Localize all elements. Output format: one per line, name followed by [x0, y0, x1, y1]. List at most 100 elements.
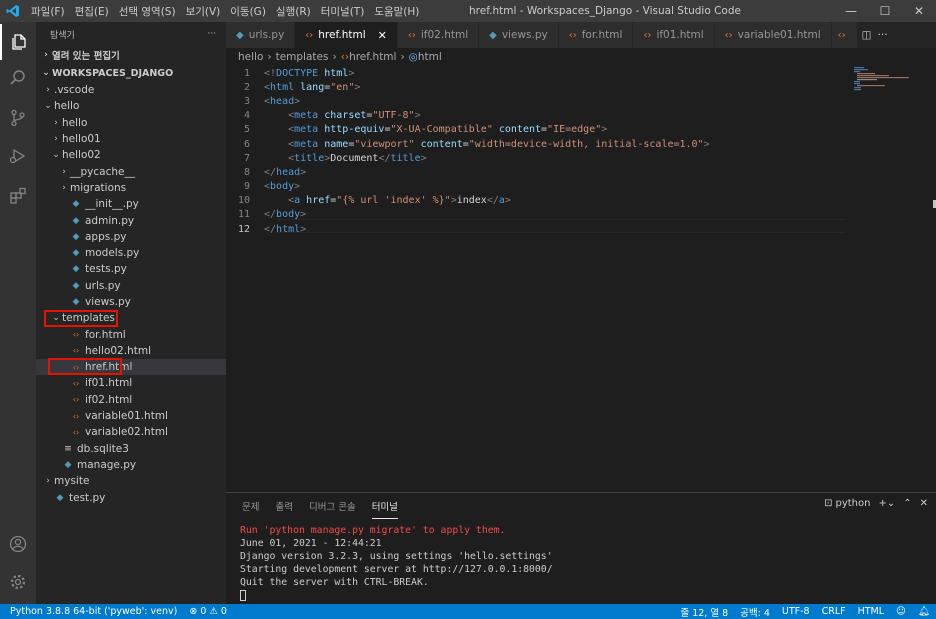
- settings-gear-icon[interactable]: [0, 564, 36, 600]
- chevron-down-icon: ⌄: [52, 150, 60, 161]
- tree-file[interactable]: ◆ admin.py: [36, 212, 226, 228]
- menu-item-2[interactable]: 선택 영역(S): [114, 4, 181, 19]
- python-interpreter[interactable]: Python 3.8.8 64-bit ('pyweb': venv): [10, 606, 177, 617]
- breadcrumb-item[interactable]: href.html: [349, 51, 396, 63]
- notifications-bell-icon[interactable]: 🔔︎: [918, 606, 930, 617]
- terminal-line: Django version 3.2.3, using settings 'he…: [240, 551, 553, 562]
- window-controls: — ☐ ✕: [834, 0, 936, 22]
- breadcrumb-separator-icon: ›: [332, 51, 337, 63]
- terminal-name[interactable]: python: [835, 498, 870, 509]
- menu-item-3[interactable]: 보기(V): [181, 4, 226, 19]
- tree-file[interactable]: ‹› variable01.html: [36, 408, 226, 424]
- code-token: >: [420, 152, 427, 164]
- account-icon[interactable]: [0, 526, 36, 562]
- tree-file[interactable]: ◆ manage.py: [36, 457, 226, 473]
- menu-item-0[interactable]: 파일(F): [26, 4, 70, 19]
- code-line: 5 <meta http-equiv="X-UA-Compatible" con…: [226, 123, 846, 137]
- editor-tab[interactable]: ◆ views.py: [479, 22, 559, 48]
- more-actions-icon[interactable]: ···: [878, 29, 888, 41]
- tree-file[interactable]: ◆ models.py: [36, 245, 226, 261]
- close-window-icon[interactable]: ✕: [902, 0, 936, 22]
- code-token: html: [318, 67, 349, 79]
- source-control-icon[interactable]: [0, 100, 36, 136]
- code-token: "X-UA-Compatible": [390, 124, 493, 136]
- tree-file[interactable]: ‹› if02.html: [36, 392, 226, 408]
- tree-file[interactable]: ◆ views.py: [36, 294, 226, 310]
- maximize-icon[interactable]: ☐: [868, 0, 902, 22]
- close-tab-icon[interactable]: ✕: [378, 29, 387, 42]
- new-terminal-icon[interactable]: +⌄: [878, 498, 895, 509]
- editor-tab[interactable]: ‹› variable01.html: [714, 22, 832, 48]
- tree-folder[interactable]: › migrations: [36, 180, 226, 196]
- code-token: index: [456, 195, 487, 207]
- workspace-section[interactable]: ⌄ WORKSPACES_DJANGO: [36, 64, 226, 82]
- code-token: html: [276, 223, 301, 235]
- feedback-icon[interactable]: ☺: [896, 606, 906, 617]
- more-actions-icon[interactable]: ···: [207, 29, 216, 39]
- cursor-position[interactable]: 줄 12, 열 8: [680, 605, 728, 619]
- menu-item-1[interactable]: 편집(E): [70, 4, 114, 19]
- editor-tab[interactable]: ‹› for.html: [558, 22, 634, 48]
- menu-item-4[interactable]: 이동(G): [225, 4, 271, 19]
- language-mode[interactable]: HTML: [858, 606, 884, 617]
- minimize-icon[interactable]: —: [834, 0, 868, 22]
- close-panel-icon[interactable]: ✕: [920, 498, 928, 509]
- maximize-panel-icon[interactable]: ⌃: [903, 498, 911, 509]
- search-icon[interactable]: [0, 60, 36, 96]
- tree-item-label: variable02.html: [85, 426, 168, 439]
- html-file-icon: ‹›: [72, 330, 80, 340]
- tree-folder[interactable]: ⌄ hello: [36, 98, 226, 114]
- problems-count[interactable]: ⊗ 0 ⚠ 0: [189, 606, 227, 617]
- editor-tab[interactable]: ‹› if01.html: [633, 22, 715, 48]
- tree-file[interactable]: ◆ urls.py: [36, 278, 226, 294]
- tree-file[interactable]: ◆ __init__.py: [36, 196, 226, 212]
- tree-file[interactable]: ‹› variable02.html: [36, 424, 226, 440]
- tree-file[interactable]: ◆ test.py: [36, 489, 226, 505]
- encoding[interactable]: UTF-8: [782, 606, 810, 617]
- panel-tab[interactable]: 출력: [275, 493, 292, 519]
- run-debug-icon[interactable]: [0, 138, 36, 174]
- tree-folder[interactable]: › mysite: [36, 473, 226, 489]
- menu-item-6[interactable]: 터미널(T): [316, 4, 370, 19]
- line-number: 12: [237, 223, 250, 235]
- line-content: <head>: [264, 96, 300, 107]
- editor-tab[interactable]: ‹› href.html ✕: [295, 22, 398, 48]
- code-editor[interactable]: 1 <!DOCTYPE html> 2 <html lang="en"> 3 <head>…: [226, 66, 846, 236]
- tree-file[interactable]: ◆ apps.py: [36, 229, 226, 245]
- breadcrumb-item[interactable]: html: [418, 51, 442, 63]
- explorer-icon[interactable]: [0, 24, 36, 60]
- minimap[interactable]: [852, 66, 926, 96]
- code-token: >: [703, 138, 710, 150]
- line-ending[interactable]: CRLF: [822, 606, 846, 617]
- editor-scrollbar[interactable]: [926, 66, 936, 486]
- tree-file[interactable]: ‹› hello02.html: [36, 343, 226, 359]
- tree-folder[interactable]: › hello01: [36, 131, 226, 147]
- tree-file[interactable]: ◆ tests.py: [36, 261, 226, 277]
- split-editor-icon[interactable]: ◫: [862, 29, 872, 41]
- tree-folder[interactable]: › hello: [36, 115, 226, 131]
- chevron-right-icon: ›: [62, 182, 66, 193]
- breadcrumb-item[interactable]: hello: [238, 51, 263, 63]
- open-editors-section[interactable]: › 열려 있는 편집기: [36, 46, 226, 64]
- editor-tab[interactable]: ◆ urls.py: [226, 22, 296, 48]
- tree-file[interactable]: ≡ db.sqlite3: [36, 441, 226, 457]
- indentation[interactable]: 공백: 4: [740, 605, 770, 619]
- editor-tab[interactable]: ‹› if02.html: [397, 22, 480, 48]
- window-title: href.html - Workspaces_Django - Visual S…: [469, 5, 741, 17]
- extensions-icon[interactable]: [0, 178, 36, 214]
- panel-tab[interactable]: 문제: [242, 493, 259, 519]
- terminal-output[interactable]: Run 'python manage.py migrate' to apply …: [240, 525, 553, 603]
- tree-folder[interactable]: › __pycache__: [36, 163, 226, 179]
- panel-tab[interactable]: 터미널: [371, 493, 398, 519]
- menu-item-7[interactable]: 도움말(H): [369, 4, 424, 19]
- tree-folder[interactable]: ⌄ hello02: [36, 147, 226, 163]
- tree-item-label: .vscode: [54, 84, 95, 97]
- breadcrumb-item[interactable]: templates: [276, 51, 329, 63]
- tree-file[interactable]: ‹› for.html: [36, 326, 226, 342]
- tree-file[interactable]: ‹› if01.html: [36, 375, 226, 391]
- terminal-prompt[interactable]: [240, 590, 553, 603]
- menu-item-5[interactable]: 실행(R): [271, 4, 316, 19]
- editor-tab[interactable]: ‹›: [831, 22, 858, 48]
- tree-folder[interactable]: › .vscode: [36, 82, 226, 98]
- panel-tab[interactable]: 디버그 콘솔: [309, 493, 356, 519]
